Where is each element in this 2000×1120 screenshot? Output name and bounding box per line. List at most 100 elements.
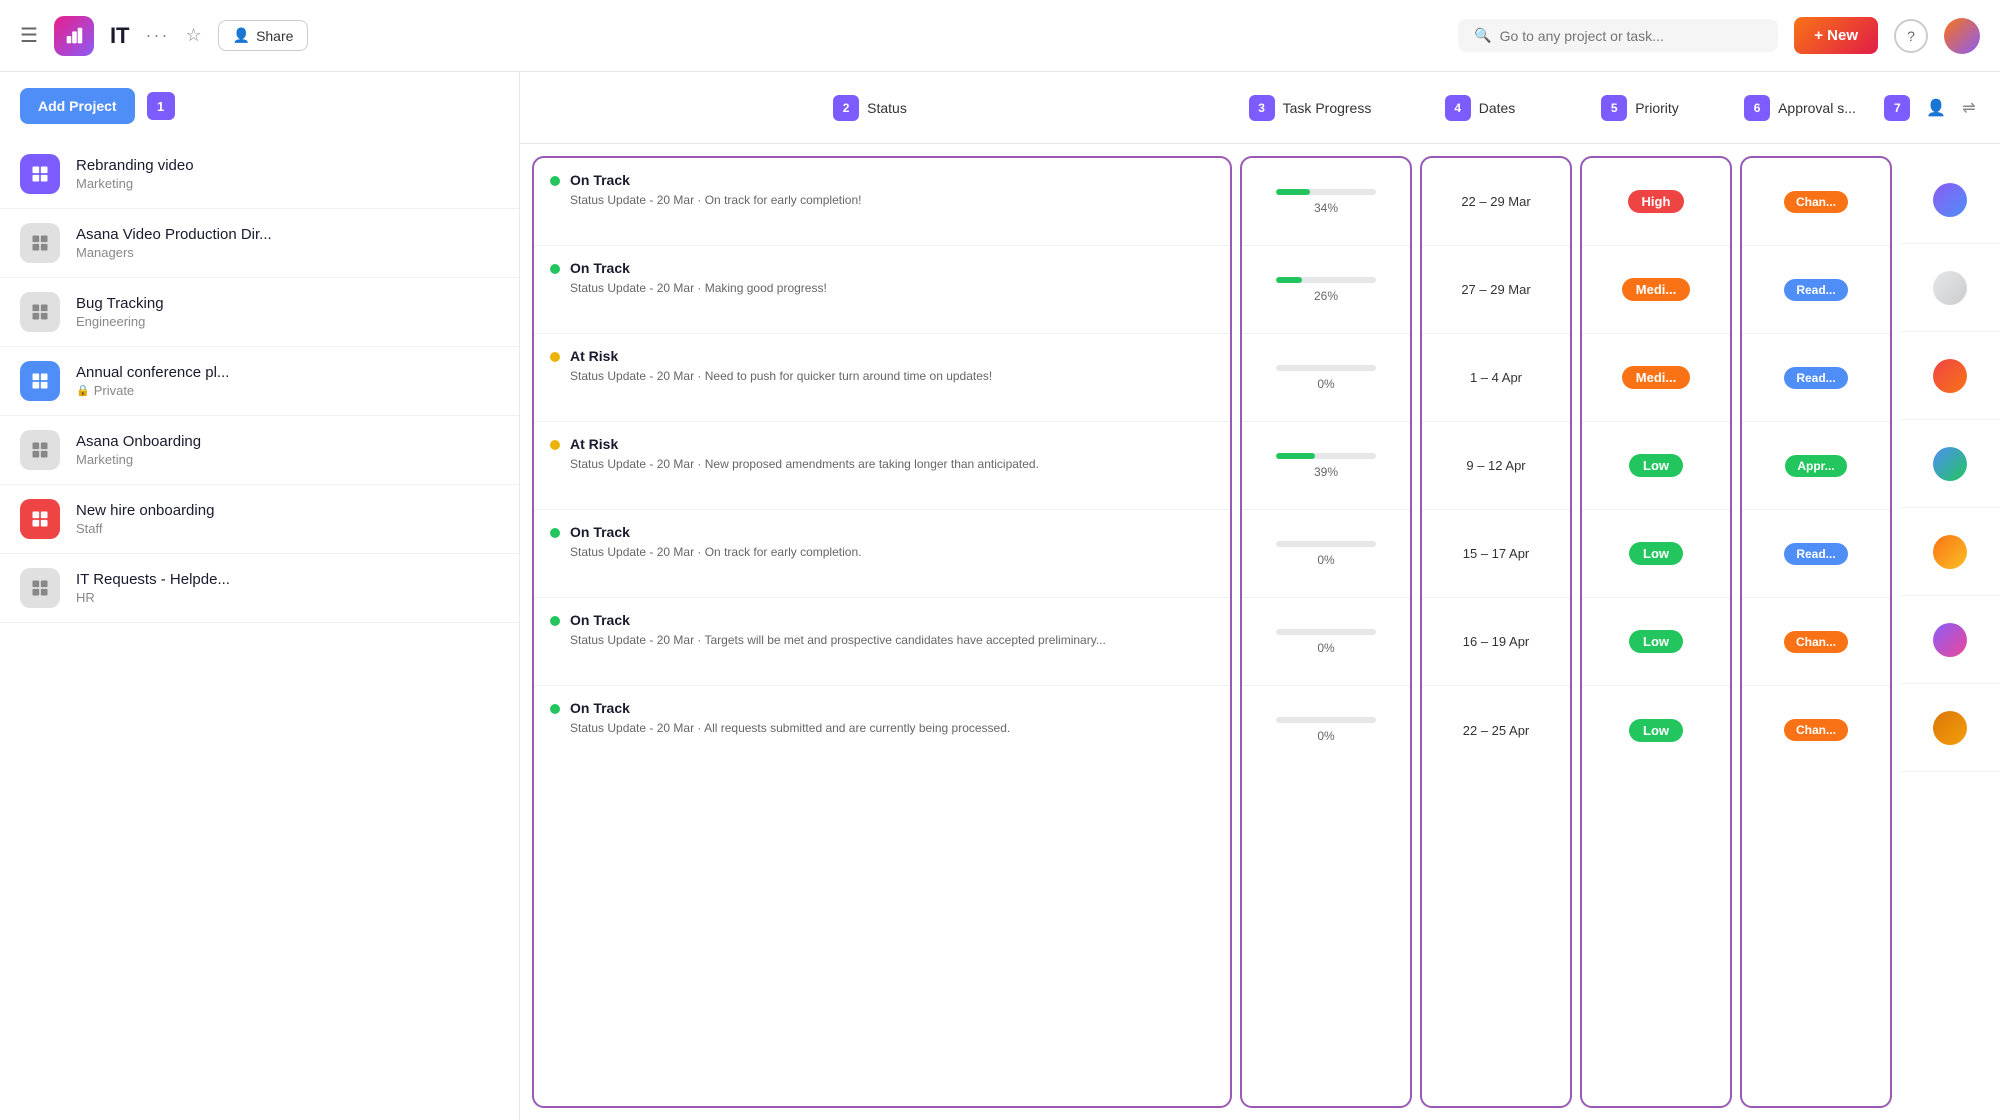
status-dot bbox=[550, 352, 560, 362]
search-input[interactable] bbox=[1500, 28, 1763, 44]
date-row: 22 – 29 Mar bbox=[1422, 158, 1570, 246]
search-bar[interactable]: 🔍 bbox=[1458, 19, 1778, 52]
avatar bbox=[1933, 183, 1967, 217]
date-text: 22 – 25 Apr bbox=[1463, 723, 1530, 738]
progress-row: 0% bbox=[1242, 686, 1410, 774]
approval-badge[interactable]: Read... bbox=[1784, 543, 1847, 565]
project-sub: Marketing bbox=[76, 176, 194, 191]
approval-row[interactable]: Read... bbox=[1742, 246, 1890, 334]
priority-badge: Low bbox=[1629, 542, 1683, 565]
project-info: Annual conference pl... 🔒Private bbox=[76, 364, 229, 398]
date-text: 16 – 19 Apr bbox=[1463, 634, 1530, 649]
approval-badge[interactable]: Read... bbox=[1784, 367, 1847, 389]
project-name: Rebranding video bbox=[76, 157, 194, 174]
sidebar-item-bug-tracking[interactable]: Bug Tracking Engineering bbox=[0, 278, 519, 347]
progress-bar-bg bbox=[1276, 189, 1376, 195]
status-label: At Risk bbox=[570, 436, 1039, 452]
status-indicator: On Track Status Update - 20 Mar · On tra… bbox=[550, 524, 1214, 561]
status-indicator: On Track Status Update - 20 Mar · On tra… bbox=[550, 172, 1214, 209]
status-desc: Status Update - 20 Mar · Targets will be… bbox=[570, 632, 1106, 649]
approval-row[interactable]: Chan... bbox=[1742, 598, 1890, 686]
status-dot bbox=[550, 704, 560, 714]
project-info: Asana Onboarding Marketing bbox=[76, 433, 201, 467]
star-icon[interactable]: ☆ bbox=[185, 25, 201, 46]
progress-percent: 0% bbox=[1317, 553, 1334, 567]
user-avatar[interactable] bbox=[1944, 18, 1980, 54]
dates-column-header: 4 Dates bbox=[1400, 95, 1560, 121]
approval-badge[interactable]: Chan... bbox=[1784, 631, 1848, 653]
project-icon bbox=[20, 361, 60, 401]
more-options-icon[interactable]: ··· bbox=[146, 25, 170, 46]
priority-badge: Medi... bbox=[1622, 278, 1690, 301]
date-text: 9 – 12 Apr bbox=[1466, 458, 1525, 473]
approval-badge[interactable]: Chan... bbox=[1784, 719, 1848, 741]
filter-icon[interactable]: ⇌ bbox=[1962, 98, 1975, 118]
approval-label: Approval s... bbox=[1778, 100, 1856, 116]
priority-badge: Low bbox=[1629, 630, 1683, 653]
sidebar-item-asana-onboarding[interactable]: Asana Onboarding Marketing bbox=[0, 416, 519, 485]
priority-label: Priority bbox=[1635, 100, 1679, 116]
date-text: 1 – 4 Apr bbox=[1470, 370, 1522, 385]
avatar-row bbox=[1900, 244, 2000, 332]
project-sub: Engineering bbox=[76, 314, 164, 329]
approval-row[interactable]: Chan... bbox=[1742, 686, 1890, 774]
project-icon bbox=[20, 223, 60, 263]
progress-bar-fill bbox=[1276, 189, 1310, 195]
add-project-button[interactable]: Add Project bbox=[20, 88, 135, 124]
status-label: On Track bbox=[570, 612, 1106, 628]
sidebar-item-annual-conference-pl...[interactable]: Annual conference pl... 🔒Private bbox=[0, 347, 519, 416]
approval-badge[interactable]: Appr... bbox=[1785, 455, 1846, 477]
progress-cell: 0% bbox=[1250, 541, 1402, 567]
column-headers: 2 Status 3 Task Progress 4 Dates 5 Prior… bbox=[520, 72, 2000, 144]
progress-bar-bg bbox=[1276, 541, 1376, 547]
approval-row[interactable]: Chan... bbox=[1742, 158, 1890, 246]
status-row: On Track Status Update - 20 Mar · On tra… bbox=[534, 158, 1230, 246]
status-row: On Track Status Update - 20 Mar · On tra… bbox=[534, 510, 1230, 598]
progress-bar-bg bbox=[1276, 717, 1376, 723]
priority-row: Low bbox=[1582, 422, 1730, 510]
sidebar-item-rebranding-video[interactable]: Rebranding video Marketing bbox=[0, 140, 519, 209]
menu-icon[interactable]: ☰ bbox=[20, 23, 38, 48]
person-icon[interactable]: 👤 bbox=[1926, 98, 1946, 118]
sidebar-item-asana-video-production-dir...[interactable]: Asana Video Production Dir... Managers bbox=[0, 209, 519, 278]
project-info: Bug Tracking Engineering bbox=[76, 295, 164, 329]
sidebar: Add Project 1 Rebranding video Marketing… bbox=[0, 72, 520, 1120]
date-text: 15 – 17 Apr bbox=[1463, 546, 1530, 561]
avatar-row bbox=[1900, 684, 2000, 772]
progress-row: 0% bbox=[1242, 510, 1410, 598]
extra-column bbox=[1900, 156, 2000, 1108]
approval-row[interactable]: Read... bbox=[1742, 510, 1890, 598]
priority-row: Low bbox=[1582, 598, 1730, 686]
priority-badge: High bbox=[1628, 190, 1685, 213]
navbar: ☰ IT ··· ☆ 👤 Share 🔍 + New ? bbox=[0, 0, 2000, 72]
main-content: 2 Status 3 Task Progress 4 Dates 5 Prior… bbox=[520, 72, 2000, 1120]
approval-row[interactable]: Appr... bbox=[1742, 422, 1890, 510]
help-button[interactable]: ? bbox=[1894, 19, 1928, 53]
progress-cell: 39% bbox=[1250, 453, 1402, 479]
approval-row[interactable]: Read... bbox=[1742, 334, 1890, 422]
project-info: New hire onboarding Staff bbox=[76, 502, 214, 536]
lock-icon: 🔒 bbox=[76, 384, 90, 397]
share-button[interactable]: 👤 Share bbox=[218, 20, 309, 51]
status-indicator: On Track Status Update - 20 Mar · Making… bbox=[550, 260, 1214, 297]
status-indicator: At Risk Status Update - 20 Mar · Need to… bbox=[550, 348, 1214, 385]
project-sub: 🔒Private bbox=[76, 383, 229, 398]
avatar bbox=[1933, 711, 1967, 745]
sidebar-item-new-hire-onboarding[interactable]: New hire onboarding Staff bbox=[0, 485, 519, 554]
share-icon: 👤 bbox=[233, 27, 250, 44]
status-text-block: On Track Status Update - 20 Mar · Making… bbox=[570, 260, 827, 297]
progress-percent: 0% bbox=[1317, 729, 1334, 743]
status-label: At Risk bbox=[570, 348, 992, 364]
project-name: Bug Tracking bbox=[76, 295, 164, 312]
status-text-block: At Risk Status Update - 20 Mar · New pro… bbox=[570, 436, 1039, 473]
date-row: 27 – 29 Mar bbox=[1422, 246, 1570, 334]
project-icon bbox=[20, 568, 60, 608]
progress-row: 0% bbox=[1242, 334, 1410, 422]
approval-badge[interactable]: Chan... bbox=[1784, 191, 1848, 213]
new-button[interactable]: + New bbox=[1794, 17, 1878, 54]
sidebar-item-it-requests---helpde...[interactable]: IT Requests - Helpde... HR bbox=[0, 554, 519, 623]
approval-badge[interactable]: Read... bbox=[1784, 279, 1847, 301]
progress-column-header: 3 Task Progress bbox=[1220, 95, 1400, 121]
grid-body: On Track Status Update - 20 Mar · On tra… bbox=[520, 144, 2000, 1120]
status-desc: Status Update - 20 Mar · All requests su… bbox=[570, 720, 1010, 737]
